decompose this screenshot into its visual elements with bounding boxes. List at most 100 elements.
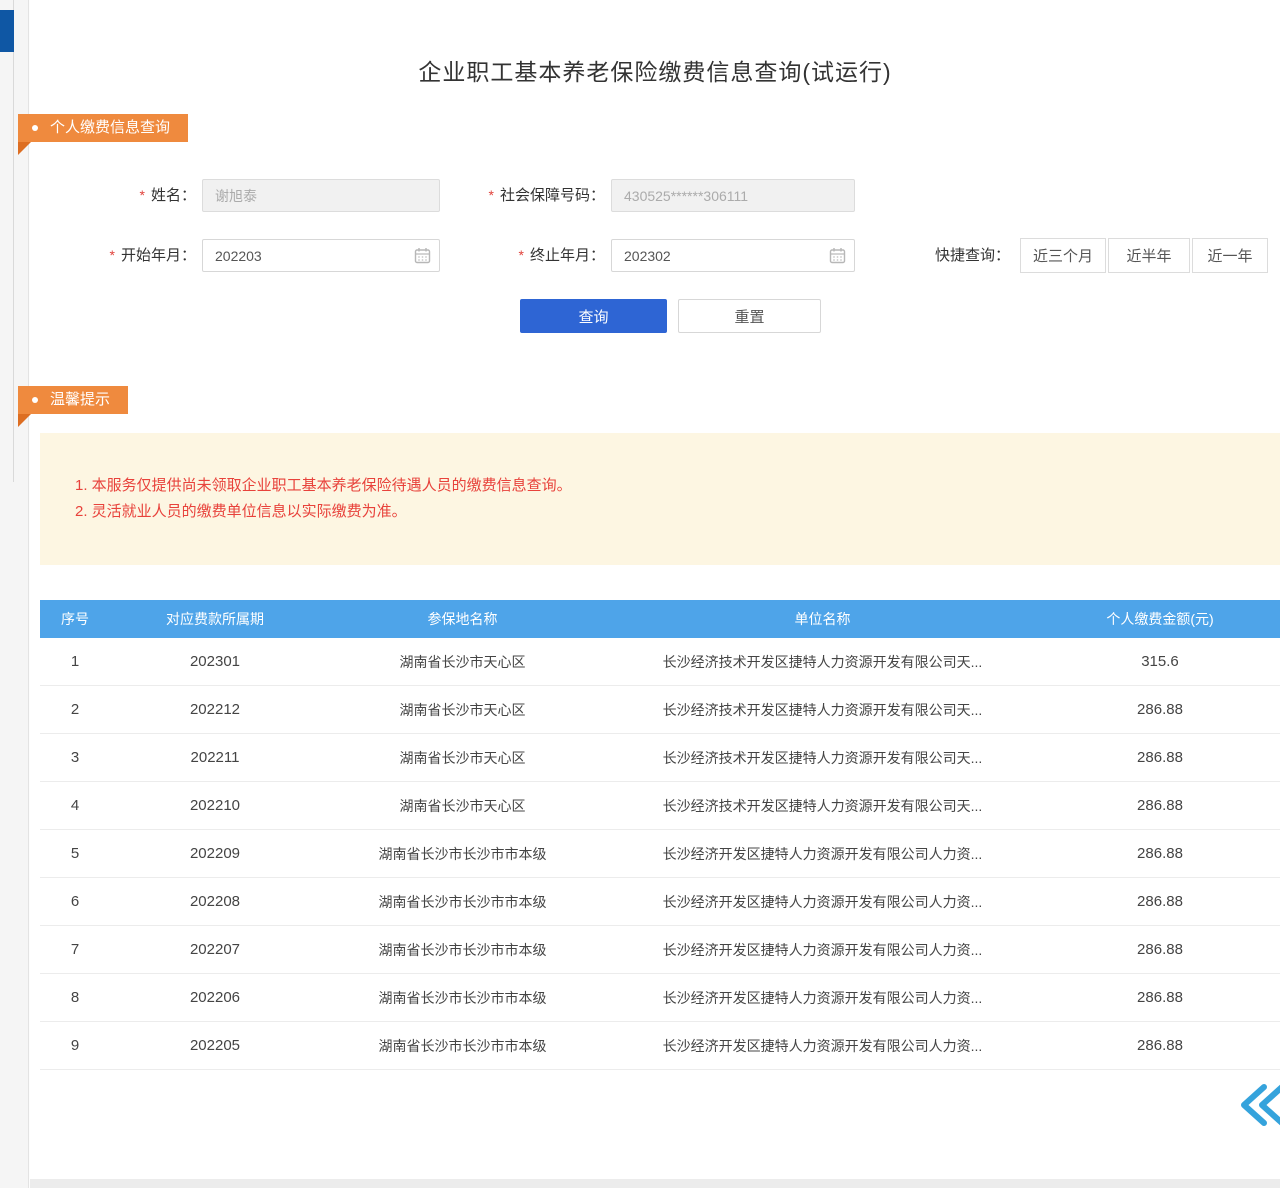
cell-company: 长沙经济技术开发区捷特人力资源开发有限公司天... [605, 734, 1040, 781]
cell-period: 202207 [110, 926, 320, 973]
name-field-wrap [202, 179, 440, 212]
end-date-input[interactable] [611, 239, 855, 272]
start-date-input[interactable] [202, 239, 440, 272]
required-mark: * [110, 247, 115, 263]
cell-period: 202211 [110, 734, 320, 781]
table-row: 3202211湖南省长沙市天心区长沙经济技术开发区捷特人力资源开发有限公司天..… [40, 734, 1280, 782]
quick-query-label: 快捷查询： [905, 239, 1010, 272]
cell-place: 湖南省长沙市天心区 [320, 782, 605, 829]
required-mark: * [489, 187, 494, 203]
calendar-icon[interactable] [829, 247, 846, 264]
end-date-label: * 终止年月： [433, 239, 605, 272]
cell-place: 湖南省长沙市长沙市市本级 [320, 830, 605, 877]
table-header-row: 序号 对应费款所属期 参保地名称 单位名称 个人缴费金额(元) [40, 600, 1280, 638]
cell-no: 4 [40, 782, 110, 829]
table-row: 7202207湖南省长沙市长沙市市本级长沙经济开发区捷特人力资源开发有限公司人力… [40, 926, 1280, 974]
left-gutter [0, 0, 29, 1188]
table-row: 6202208湖南省长沙市长沙市市本级长沙经济开发区捷特人力资源开发有限公司人力… [40, 878, 1280, 926]
bullet-icon [32, 397, 38, 403]
table-row: 5202209湖南省长沙市长沙市市本级长沙经济开发区捷特人力资源开发有限公司人力… [40, 830, 1280, 878]
cell-place: 湖南省长沙市长沙市市本级 [320, 974, 605, 1021]
cell-period: 202301 [110, 638, 320, 685]
cell-place: 湖南省长沙市天心区 [320, 686, 605, 733]
cell-no: 1 [40, 638, 110, 685]
cell-amount: 286.88 [1040, 734, 1280, 781]
cell-place: 湖南省长沙市长沙市市本级 [320, 926, 605, 973]
cell-company: 长沙经济开发区捷特人力资源开发有限公司人力资... [605, 878, 1040, 925]
end-date-label-text: 终止年月： [530, 247, 605, 264]
cell-no: 9 [40, 1022, 110, 1069]
ssn-label-text: 社会保障号码： [500, 187, 605, 204]
quick-query-last-3-months-button[interactable]: 近三个月 [1020, 238, 1106, 273]
ssn-input[interactable] [611, 179, 855, 212]
section-badge-tips: 温馨提示 [18, 386, 128, 414]
collapse-double-chevron-left-icon[interactable] [1234, 1082, 1280, 1128]
cell-period: 202205 [110, 1022, 320, 1069]
horizontal-scrollbar[interactable] [30, 1179, 1280, 1188]
start-date-label-text: 开始年月： [121, 247, 196, 264]
cell-company: 长沙经济技术开发区捷特人力资源开发有限公司天... [605, 686, 1040, 733]
page: 企业职工基本养老保险缴费信息查询(试运行) 个人缴费信息查询 *姓名： *社会保… [0, 0, 1280, 1188]
section-badge-personal-payment-query: 个人缴费信息查询 [18, 114, 188, 142]
table-row: 4202210湖南省长沙市天心区长沙经济技术开发区捷特人力资源开发有限公司天..… [40, 782, 1280, 830]
header-amount: 个人缴费金额(元) [1040, 600, 1280, 638]
sidebar-collapsed-tab[interactable] [0, 10, 14, 52]
tip-line: 2. 灵活就业人员的缴费单位信息以实际缴费为准。 [75, 499, 1280, 525]
cell-amount: 315.6 [1040, 638, 1280, 685]
cell-place: 湖南省长沙市天心区 [320, 734, 605, 781]
cell-period: 202208 [110, 878, 320, 925]
start-date-field-wrap [202, 239, 440, 272]
required-mark: * [519, 247, 524, 263]
cell-period: 202206 [110, 974, 320, 1021]
cell-amount: 286.88 [1040, 926, 1280, 973]
header-company: 单位名称 [605, 600, 1040, 638]
cell-amount: 286.88 [1040, 830, 1280, 877]
reset-button[interactable]: 重置 [678, 299, 821, 333]
cell-place: 湖南省长沙市天心区 [320, 638, 605, 685]
cell-place: 湖南省长沙市长沙市市本级 [320, 878, 605, 925]
start-date-label: * 开始年月： [60, 239, 196, 272]
tips-notice-box: 1. 本服务仅提供尚未领取企业职工基本养老保险待遇人员的缴费信息查询。 2. 灵… [40, 433, 1280, 565]
cell-no: 7 [40, 926, 110, 973]
cell-period: 202212 [110, 686, 320, 733]
table-row: 9202205湖南省长沙市长沙市市本级长沙经济开发区捷特人力资源开发有限公司人力… [40, 1022, 1280, 1070]
query-button[interactable]: 查询 [520, 299, 667, 333]
cell-no: 2 [40, 686, 110, 733]
cell-company: 长沙经济开发区捷特人力资源开发有限公司人力资... [605, 974, 1040, 1021]
cell-company: 长沙经济开发区捷特人力资源开发有限公司人力资... [605, 1022, 1040, 1069]
cell-company: 长沙经济开发区捷特人力资源开发有限公司人力资... [605, 926, 1040, 973]
cell-amount: 286.88 [1040, 1022, 1280, 1069]
table-row: 2202212湖南省长沙市天心区长沙经济技术开发区捷特人力资源开发有限公司天..… [40, 686, 1280, 734]
calendar-icon[interactable] [414, 247, 431, 264]
ssn-field-wrap [611, 179, 855, 212]
required-mark: * [140, 187, 145, 203]
table-body: 1202301湖南省长沙市天心区长沙经济技术开发区捷特人力资源开发有限公司天..… [40, 638, 1280, 1070]
name-label-text: 姓名： [151, 187, 196, 204]
tip-line: 1. 本服务仅提供尚未领取企业职工基本养老保险待遇人员的缴费信息查询。 [75, 473, 1280, 499]
cell-period: 202209 [110, 830, 320, 877]
cell-no: 6 [40, 878, 110, 925]
cell-amount: 286.88 [1040, 686, 1280, 733]
ssn-label: * 社会保障号码： [433, 179, 605, 212]
header-place: 参保地名称 [320, 600, 605, 638]
bullet-icon [32, 125, 38, 131]
cell-amount: 286.88 [1040, 974, 1280, 1021]
name-label: * 姓名： [60, 179, 196, 212]
section-badge-label: 个人缴费信息查询 [50, 114, 170, 142]
left-divider [13, 0, 14, 482]
table-row: 8202206湖南省长沙市长沙市市本级长沙经济开发区捷特人力资源开发有限公司人力… [40, 974, 1280, 1022]
header-seq: 序号 [40, 600, 110, 638]
cell-company: 长沙经济技术开发区捷特人力资源开发有限公司天... [605, 782, 1040, 829]
quick-query-last-year-button[interactable]: 近一年 [1192, 238, 1268, 273]
end-date-field-wrap [611, 239, 855, 272]
cell-period: 202210 [110, 782, 320, 829]
cell-company: 长沙经济技术开发区捷特人力资源开发有限公司天... [605, 638, 1040, 685]
cell-amount: 286.88 [1040, 878, 1280, 925]
quick-query-last-half-year-button[interactable]: 近半年 [1108, 238, 1190, 273]
cell-amount: 286.88 [1040, 782, 1280, 829]
cell-no: 3 [40, 734, 110, 781]
table-row: 1202301湖南省长沙市天心区长沙经济技术开发区捷特人力资源开发有限公司天..… [40, 638, 1280, 686]
cell-no: 5 [40, 830, 110, 877]
name-input[interactable] [202, 179, 440, 212]
cell-no: 8 [40, 974, 110, 1021]
